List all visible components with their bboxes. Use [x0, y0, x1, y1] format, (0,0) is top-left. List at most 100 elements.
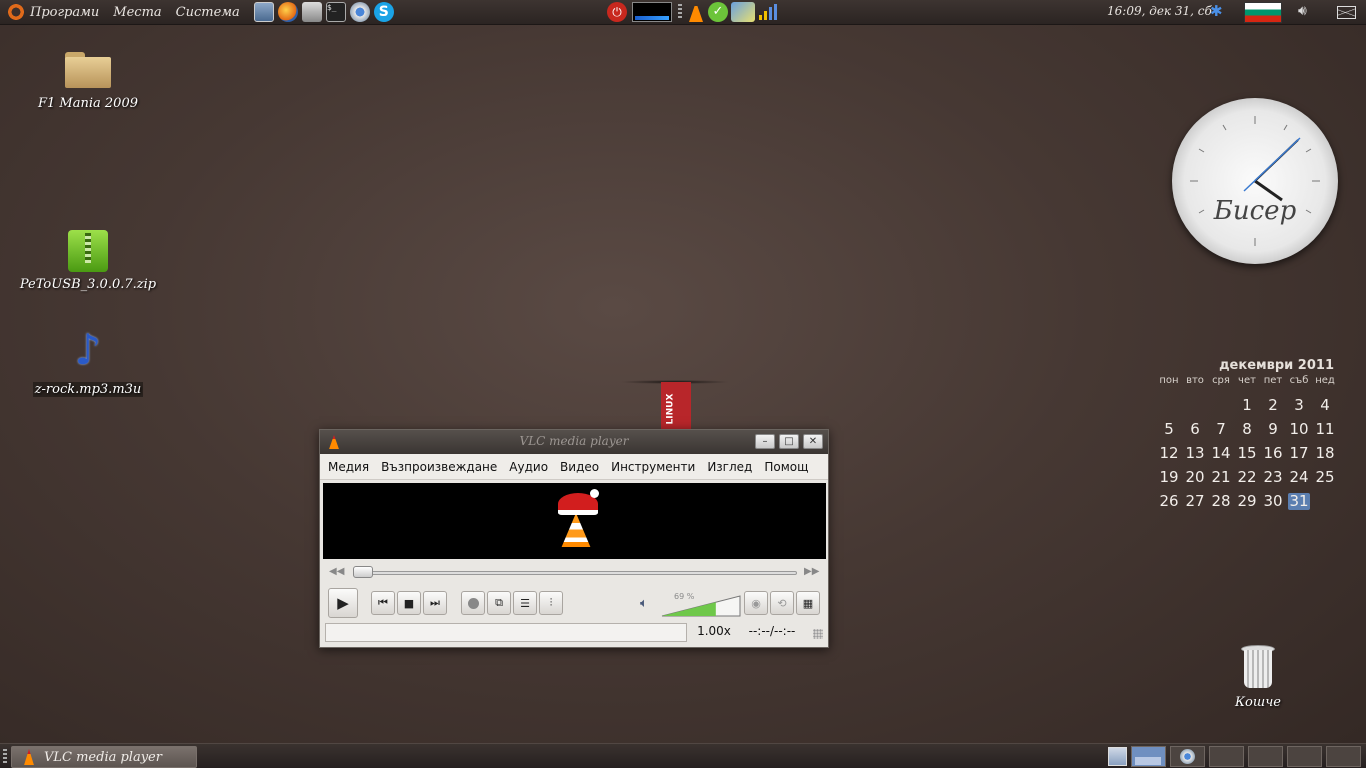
calendar-day[interactable]: 24: [1286, 465, 1312, 489]
play-button[interactable]: ▶: [328, 588, 358, 618]
ubuntu-logo-icon[interactable]: [6, 2, 26, 22]
mail-icon[interactable]: [1337, 6, 1356, 19]
next-button[interactable]: ⏭: [423, 591, 447, 615]
playback-speed[interactable]: 1.00x: [693, 623, 735, 642]
calendar-day-today[interactable]: 31: [1288, 493, 1310, 510]
clock-face: [1190, 116, 1320, 246]
calendar-day[interactable]: 7: [1208, 417, 1234, 441]
vlc-cone-icon[interactable]: [689, 2, 703, 22]
update-check-icon[interactable]: ✓: [708, 2, 728, 22]
vlc-window[interactable]: VLC media player – □ ✕ Медия Възпроизвеж…: [319, 429, 829, 648]
extended-settings-button[interactable]: ⫶: [539, 591, 563, 615]
system-monitor-graph[interactable]: [632, 2, 672, 22]
calendar-day[interactable]: 25: [1312, 465, 1338, 489]
terminal-icon[interactable]: $_: [325, 2, 346, 22]
calendar-day[interactable]: 16: [1260, 441, 1286, 465]
calendar-day[interactable]: 23: [1260, 465, 1286, 489]
monitor-icon[interactable]: [253, 2, 274, 22]
calendar-day[interactable]: 27: [1182, 489, 1208, 513]
fast-forward-icon[interactable]: ▶▶: [804, 566, 819, 577]
resize-grip-icon[interactable]: [813, 629, 823, 639]
frame-step-button[interactable]: ▦: [796, 591, 820, 615]
calendar-day[interactable]: 8: [1234, 417, 1260, 441]
menu-media[interactable]: Медия: [328, 460, 369, 474]
desktop-item-petousb-zip[interactable]: PeToUSB_3.0.0.7.zip: [18, 230, 158, 292]
menu-system[interactable]: Система: [176, 5, 240, 20]
firefox-icon[interactable]: [277, 2, 298, 22]
calendar-day[interactable]: 1: [1234, 393, 1260, 417]
menu-help[interactable]: Помощ: [764, 460, 808, 474]
panel-clock[interactable]: 16:09, дек 31, сб: [1107, 4, 1212, 18]
taskbar-item-vlc[interactable]: VLC media player: [11, 746, 197, 768]
volume-icon[interactable]: 🔊︎: [1298, 3, 1307, 19]
menu-playback[interactable]: Възпроизвеждане: [381, 460, 497, 474]
seek-handle[interactable]: [353, 566, 373, 578]
workspace-5[interactable]: [1287, 746, 1322, 767]
display-icon[interactable]: [731, 2, 755, 22]
calendar-day[interactable]: 18: [1312, 441, 1338, 465]
workspace-1[interactable]: [1131, 746, 1166, 767]
workspace-4[interactable]: [1248, 746, 1283, 767]
calendar-day[interactable]: 30: [1260, 489, 1286, 513]
volume-slider[interactable]: 69 %: [660, 592, 742, 618]
speaker-icon[interactable]: 🔈︎: [640, 596, 648, 611]
calendar-day[interactable]: 22: [1234, 465, 1260, 489]
calendar-day[interactable]: 6: [1182, 417, 1208, 441]
desktop-item-f1-mania[interactable]: F1 Mania 2009: [18, 52, 158, 111]
bluetooth-icon[interactable]: ✱: [1210, 2, 1223, 20]
seek-slider[interactable]: [357, 571, 797, 575]
stop-button[interactable]: ■: [397, 591, 421, 615]
calendar-day[interactable]: 13: [1182, 441, 1208, 465]
calendar-weekday: съб: [1289, 375, 1309, 386]
rewind-icon[interactable]: ◀◀: [329, 566, 344, 577]
calendar-day[interactable]: 12: [1156, 441, 1182, 465]
menu-tools[interactable]: Инструменти: [611, 460, 695, 474]
menu-places[interactable]: Места: [113, 5, 161, 20]
desktop-item-trash[interactable]: Кошче: [1188, 645, 1328, 710]
workspace-2[interactable]: [1170, 746, 1205, 767]
network-signal-icon[interactable]: [759, 4, 777, 20]
calendar-day[interactable]: 4: [1312, 393, 1338, 417]
show-desktop-icon[interactable]: [1108, 747, 1127, 766]
desktop-item-z-rock-playlist[interactable]: ♪ z-rock.mp3.m3u: [18, 326, 158, 397]
calendar-day[interactable]: 26: [1156, 489, 1182, 513]
calendar-day[interactable]: 3: [1286, 393, 1312, 417]
workspace-3[interactable]: [1209, 746, 1244, 767]
calendar-day[interactable]: 10: [1286, 417, 1312, 441]
record-button[interactable]: [461, 591, 485, 615]
loop-button[interactable]: ⟲: [770, 591, 794, 615]
calendar-day[interactable]: 21: [1208, 465, 1234, 489]
calendar-day[interactable]: 15: [1234, 441, 1260, 465]
fullscreen-button[interactable]: ⧉: [487, 591, 511, 615]
calendar-day[interactable]: 28: [1208, 489, 1234, 513]
bulgarian-flag-icon[interactable]: [1244, 2, 1282, 23]
vlc-cone-icon: [24, 749, 34, 765]
menu-video[interactable]: Видео: [560, 460, 599, 474]
menu-audio[interactable]: Аудио: [509, 460, 548, 474]
time-display[interactable]: --:--/--:--: [741, 623, 803, 642]
previous-button[interactable]: ⏮: [371, 591, 395, 615]
workspace-6[interactable]: [1326, 746, 1361, 767]
calendar-day[interactable]: 9: [1260, 417, 1286, 441]
scanner-icon[interactable]: [301, 2, 322, 22]
menu-programs[interactable]: Програми: [30, 5, 99, 20]
close-button[interactable]: ✕: [803, 434, 823, 449]
minimize-button[interactable]: –: [755, 434, 775, 449]
calendar-day[interactable]: 2: [1260, 393, 1286, 417]
snapshot-button[interactable]: ◉: [744, 591, 768, 615]
calendar-day[interactable]: 11: [1312, 417, 1338, 441]
calendar-day[interactable]: 5: [1156, 417, 1182, 441]
calendar-day[interactable]: 20: [1182, 465, 1208, 489]
power-icon[interactable]: ⏻: [607, 2, 627, 22]
playlist-button[interactable]: ☰: [513, 591, 537, 615]
menu-view[interactable]: Изглед: [707, 460, 752, 474]
vlc-titlebar[interactable]: VLC media player – □ ✕: [320, 430, 828, 454]
chromium-icon[interactable]: [349, 2, 370, 22]
calendar-day[interactable]: 17: [1286, 441, 1312, 465]
calendar-day[interactable]: 14: [1208, 441, 1234, 465]
calendar-day[interactable]: 19: [1156, 465, 1182, 489]
calendar-day[interactable]: 29: [1234, 489, 1260, 513]
skype-icon[interactable]: S: [373, 2, 394, 22]
video-area[interactable]: [323, 483, 826, 559]
maximize-button[interactable]: □: [779, 434, 799, 449]
